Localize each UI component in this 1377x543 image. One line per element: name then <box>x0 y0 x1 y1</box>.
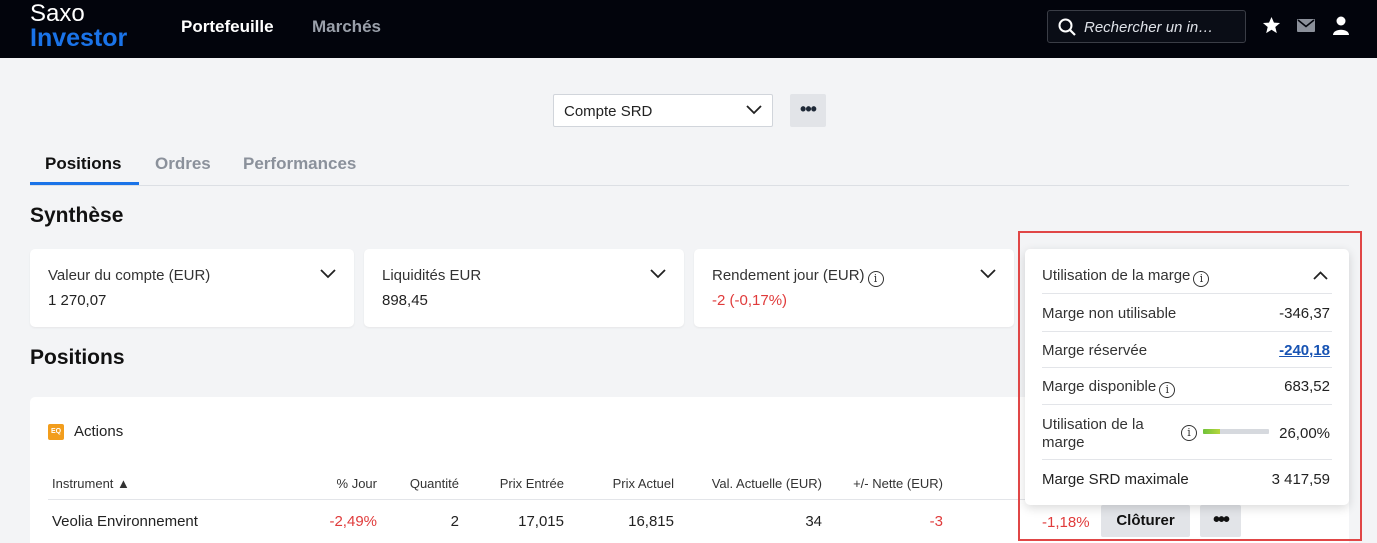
summary-title: Synthèse <box>30 204 124 227</box>
account-value-card[interactable]: Valeur du compte (EUR) 1 270,07 <box>30 249 354 327</box>
col-entry-price[interactable]: Prix Entrée <box>464 476 564 491</box>
tab-performances[interactable]: Performances <box>243 154 356 174</box>
tabs-divider <box>30 185 1349 186</box>
search-placeholder: Rechercher un in… <box>1084 19 1214 36</box>
card-label: Liquidités EUR <box>382 267 482 284</box>
top-navigation-bar: Saxo Investor Portefeuille Marchés Reche… <box>0 0 1377 58</box>
col-current-value[interactable]: Val. Actuelle (EUR) <box>662 476 822 491</box>
tab-positions[interactable]: Positions <box>45 154 122 174</box>
col-current-price[interactable]: Prix Actuel <box>574 476 674 491</box>
card-label-wrap: Rendement jour (EUR) i <box>712 267 884 287</box>
chevron-down-icon[interactable] <box>320 269 336 279</box>
highlight-frame <box>1018 231 1362 541</box>
col-quantity[interactable]: Quantité <box>359 476 459 491</box>
cell-instrument[interactable]: Veolia Environnement <box>52 513 198 530</box>
nav-markets[interactable]: Marchés <box>312 17 381 37</box>
mail-icon[interactable] <box>1297 19 1315 32</box>
card-value: -2 (-0,17%) <box>712 292 788 309</box>
logo-line2: Investor <box>30 24 128 52</box>
cell-quantity: 2 <box>450 513 459 530</box>
star-icon[interactable] <box>1262 16 1281 35</box>
account-selected-value: Compte SRD <box>564 103 653 120</box>
card-label: Valeur du compte (EUR) <box>48 267 211 284</box>
more-dots-icon: ••• <box>800 99 817 119</box>
col-net[interactable]: +/- Nette (EUR) <box>803 476 943 491</box>
chevron-down-icon[interactable] <box>650 269 666 279</box>
chevron-down-icon <box>746 105 762 115</box>
tab-orders[interactable]: Ordres <box>155 154 211 174</box>
cell-entry-price: 17,015 <box>518 513 564 530</box>
daily-return-card[interactable]: Rendement jour (EUR) i -2 (-0,17%) <box>694 249 1014 327</box>
search-icon <box>1058 18 1076 36</box>
saxo-investor-logo[interactable]: Saxo Investor <box>30 0 128 52</box>
positions-title: Positions <box>30 346 125 369</box>
nav-portfolio[interactable]: Portefeuille <box>181 17 274 37</box>
table-header-divider <box>48 499 1038 500</box>
chevron-down-icon[interactable] <box>980 269 996 279</box>
cell-net: -3 <box>929 513 943 530</box>
col-instrument[interactable]: Instrument ▲ <box>52 476 130 491</box>
cash-card[interactable]: Liquidités EUR 898,45 <box>364 249 684 327</box>
account-more-button[interactable]: ••• <box>790 94 826 127</box>
logo-line1: Saxo <box>30 0 85 27</box>
account-select[interactable]: Compte SRD <box>553 94 773 127</box>
group-label: Actions <box>74 423 124 440</box>
card-value: 1 270,07 <box>48 292 107 309</box>
equity-badge: EQ <box>48 424 64 440</box>
cell-current-value: 34 <box>805 513 822 530</box>
search-input[interactable]: Rechercher un in… <box>1047 10 1246 43</box>
card-value: 898,45 <box>382 292 428 309</box>
cell-current-price: 16,815 <box>628 513 674 530</box>
info-icon[interactable]: i <box>867 271 884 287</box>
user-icon[interactable] <box>1333 16 1349 35</box>
card-label: Rendement jour (EUR) <box>712 267 865 284</box>
